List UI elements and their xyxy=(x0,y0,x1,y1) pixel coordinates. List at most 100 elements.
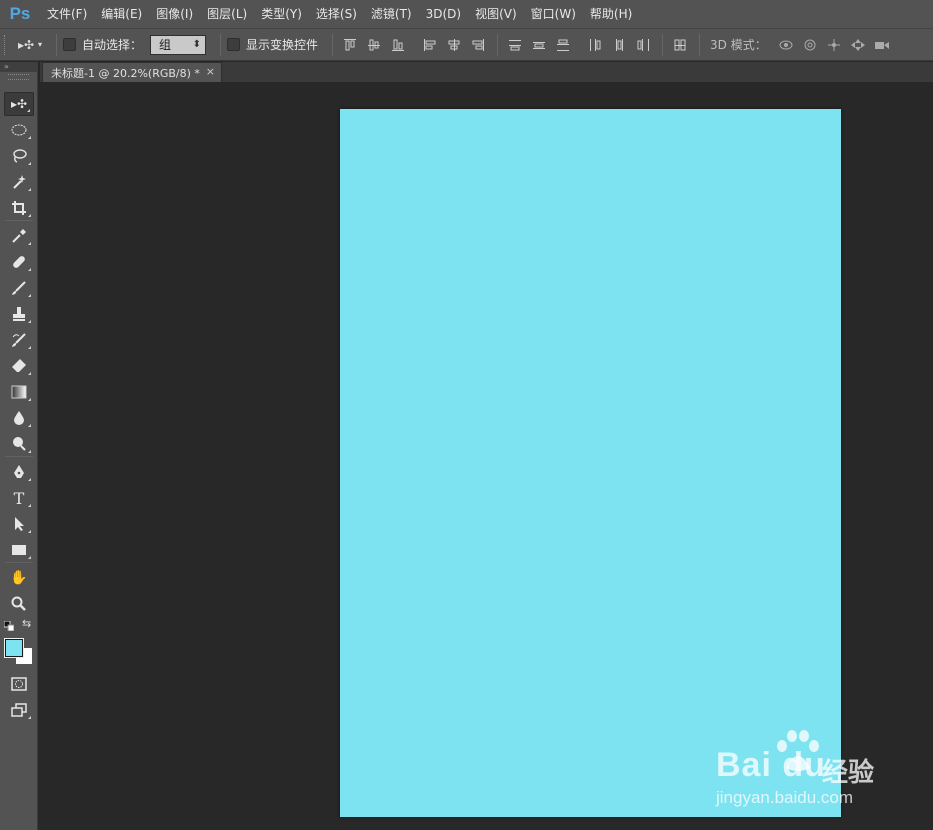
watermark-brand: Bai du xyxy=(716,746,826,784)
panel-grip[interactable] xyxy=(8,74,29,80)
dodge-tool[interactable] xyxy=(4,432,34,456)
3d-rotate-button[interactable] xyxy=(775,35,797,55)
3d-roll-button[interactable] xyxy=(799,35,821,55)
menu-view[interactable]: 视图(V) xyxy=(468,0,524,28)
show-transform-checkbox[interactable] xyxy=(227,38,241,51)
color-swatches xyxy=(4,636,36,668)
lasso-tool[interactable] xyxy=(4,144,34,168)
align-bottom-icon xyxy=(392,39,405,51)
menu-3d[interactable]: 3D(D) xyxy=(419,0,468,28)
align-horizontal-centers-button[interactable] xyxy=(443,35,465,55)
brush-tool[interactable] xyxy=(4,276,34,300)
photoshop-window: Ps 文件(F) 编辑(E) 图像(I) 图层(L) 类型(Y) 选择(S) 滤… xyxy=(0,0,933,830)
auto-select-target-dropdown[interactable]: 组 xyxy=(150,34,207,55)
pen-icon xyxy=(14,465,24,478)
path-selection-icon xyxy=(15,517,24,531)
baidu-jingyan-watermark: Bai du 经验 jingyan.baidu.com xyxy=(716,730,926,810)
crop-icon xyxy=(12,201,26,215)
menu-filter[interactable]: 滤镜(T) xyxy=(364,0,419,28)
menu-select[interactable]: 选择(S) xyxy=(309,0,364,28)
eraser-tool[interactable] xyxy=(4,354,34,378)
healing-brush-tool[interactable] xyxy=(4,250,34,274)
distribute-right-button[interactable] xyxy=(632,35,654,55)
menu-bar: Ps 文件(F) 编辑(E) 图像(I) 图层(L) 类型(Y) 选择(S) 滤… xyxy=(0,0,933,28)
pen-tool[interactable] xyxy=(4,460,34,484)
quick-mask-button[interactable] xyxy=(4,672,34,696)
gradient-icon xyxy=(11,385,27,399)
3d-slide-button[interactable] xyxy=(847,35,869,55)
panel-collapse-button[interactable]: » xyxy=(0,62,38,72)
distribute-vcenter-button[interactable] xyxy=(528,35,550,55)
ps-logo: Ps xyxy=(9,4,31,23)
move-tool[interactable]: ▸✣ xyxy=(4,92,34,116)
magic-wand-tool[interactable] xyxy=(4,170,34,194)
tools-panel: » ▸✣ T ✋ ⇆ xyxy=(0,62,38,830)
distribute-top-button[interactable] xyxy=(504,35,526,55)
gradient-tool[interactable] xyxy=(4,380,34,404)
eyedropper-icon xyxy=(12,229,26,243)
3d-slide-icon xyxy=(850,38,865,51)
align-top-edges-button[interactable] xyxy=(339,35,361,55)
3d-camera-icon xyxy=(874,41,889,49)
default-colors-button[interactable] xyxy=(3,620,15,632)
document-canvas[interactable] xyxy=(340,109,841,817)
eyedropper-tool[interactable] xyxy=(4,224,34,248)
menu-help[interactable]: 帮助(H) xyxy=(583,0,639,28)
divider xyxy=(332,33,334,56)
elliptical-marquee-tool[interactable] xyxy=(4,118,34,142)
menu-window[interactable]: 窗口(W) xyxy=(524,0,583,28)
screen-mode-button[interactable] xyxy=(4,698,34,722)
zoom-tool[interactable] xyxy=(4,592,34,616)
distribute-left-button[interactable] xyxy=(584,35,606,55)
rectangle-tool[interactable] xyxy=(4,538,34,562)
screen-mode-icon xyxy=(11,703,27,717)
clone-stamp-tool[interactable] xyxy=(4,302,34,326)
menu-image[interactable]: 图像(I) xyxy=(149,0,200,28)
align-left-edges-button[interactable] xyxy=(419,35,441,55)
distribute-bottom-button[interactable] xyxy=(552,35,574,55)
type-tool[interactable]: T xyxy=(4,486,34,510)
menu-file[interactable]: 文件(F) xyxy=(40,0,94,28)
show-transform-label: 显示变换控件 xyxy=(246,38,319,52)
menu-edit[interactable]: 编辑(E) xyxy=(94,0,149,28)
distribute-hcenter-button[interactable] xyxy=(608,35,630,55)
type-icon: T xyxy=(13,488,25,508)
tool-divider xyxy=(5,456,33,457)
canvas-area[interactable] xyxy=(40,82,933,830)
menu-type[interactable]: 类型(Y) xyxy=(254,0,309,28)
distribute-vcenter-icon xyxy=(533,41,546,49)
auto-select-checkbox[interactable] xyxy=(63,38,76,51)
divider xyxy=(662,33,664,56)
magic-wand-icon xyxy=(13,175,26,189)
align-vertical-centers-button[interactable] xyxy=(363,35,385,55)
document-title: 未标题-1 @ 20.2%(RGB/8) * xyxy=(51,66,200,80)
crop-tool[interactable] xyxy=(4,196,34,220)
blur-tool[interactable] xyxy=(4,406,34,430)
blur-drop-icon xyxy=(14,411,24,425)
history-brush-icon xyxy=(12,333,26,347)
align-left-icon xyxy=(424,38,436,51)
zoom-icon xyxy=(11,596,26,611)
align-right-edges-button[interactable] xyxy=(467,35,489,55)
ellipse-marquee-icon xyxy=(11,124,27,136)
hand-tool[interactable]: ✋ xyxy=(4,566,34,590)
auto-align-layers-button[interactable] xyxy=(669,35,691,55)
3d-pan-icon xyxy=(827,38,840,51)
swap-colors-button[interactable]: ⇆ xyxy=(22,618,34,630)
tool-preset-picker[interactable]: ▸✣ ▾ xyxy=(10,34,50,56)
3d-roll-icon xyxy=(804,39,816,50)
history-brush-tool[interactable] xyxy=(4,328,34,352)
auto-select-label: 自动选择： xyxy=(82,38,143,52)
divider xyxy=(497,33,499,56)
document-tab[interactable]: 未标题-1 @ 20.2%(RGB/8) * × xyxy=(42,62,222,82)
3d-scale-button[interactable] xyxy=(871,35,893,55)
options-bar: ▸✣ ▾ 自动选择： 组 显示变换控件 xyxy=(0,28,933,61)
align-bottom-edges-button[interactable] xyxy=(387,35,409,55)
path-selection-tool[interactable] xyxy=(4,512,34,536)
distribute-left-icon xyxy=(590,38,601,51)
close-icon[interactable]: × xyxy=(206,65,215,78)
foreground-color-swatch[interactable] xyxy=(4,638,24,658)
divider xyxy=(220,33,222,56)
menu-layer[interactable]: 图层(L) xyxy=(200,0,254,28)
3d-pan-button[interactable] xyxy=(823,35,845,55)
